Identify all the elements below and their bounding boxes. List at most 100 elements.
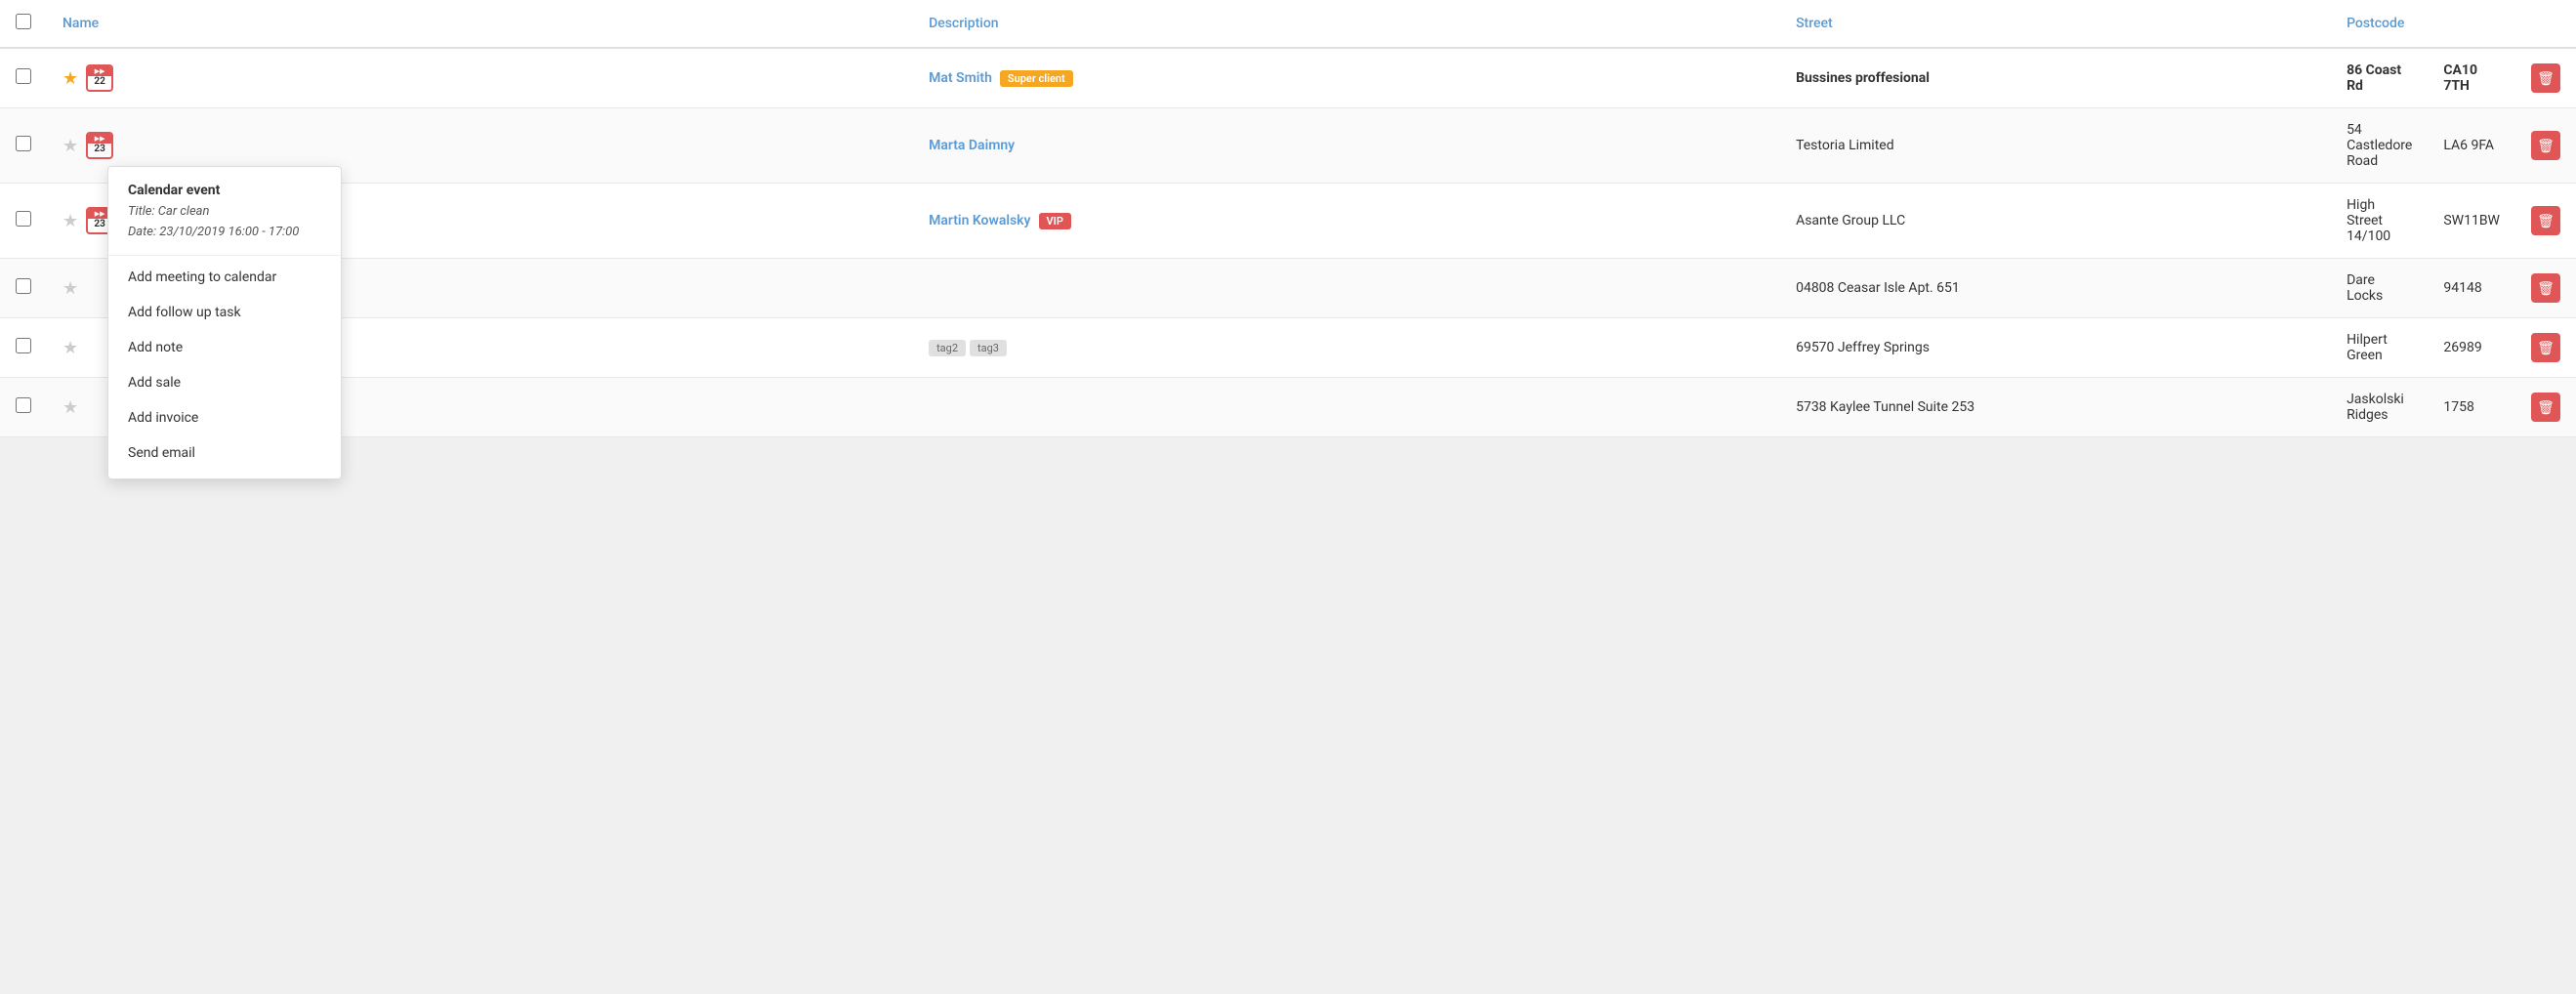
description-text: Bussines proffesional bbox=[1796, 70, 1930, 86]
postcode-text: 26989 bbox=[2443, 340, 2481, 355]
name-link[interactable]: Martin Kowalsky bbox=[929, 213, 1030, 228]
delete-button[interactable]: 🗑 bbox=[2531, 393, 2560, 422]
name-link[interactable]: Mat Smith bbox=[929, 70, 992, 86]
row-name-cell bbox=[913, 378, 1780, 437]
popup-title-detail: Title: Car clean bbox=[128, 202, 321, 223]
description-text: Testoria Limited bbox=[1796, 138, 1894, 153]
row-street-cell: Dare Locks bbox=[2331, 259, 2428, 318]
description-text: 5738 Kaylee Tunnel Suite 253 bbox=[1796, 399, 1974, 415]
row-checkbox-cell bbox=[0, 378, 47, 437]
row-checkbox-cell bbox=[0, 48, 47, 108]
name-badge: VIP bbox=[1039, 213, 1071, 229]
tag: tag3 bbox=[970, 340, 1007, 356]
row-checkbox[interactable] bbox=[16, 211, 31, 227]
row-name-cell: tag2tag3 bbox=[913, 318, 1780, 378]
popup-event-title: Calendar event bbox=[128, 183, 321, 198]
popup-menu-item-4[interactable]: Add invoice bbox=[108, 400, 341, 435]
star-icon[interactable]: ★ bbox=[62, 397, 78, 418]
col-header-description: Description bbox=[913, 0, 1780, 48]
row-checkbox-cell bbox=[0, 318, 47, 378]
popup-date-label: Date: bbox=[128, 225, 156, 239]
street-text: High Street 14/100 bbox=[2347, 197, 2390, 244]
star-icon[interactable]: ★ bbox=[62, 136, 78, 156]
row-postcode-cell: CA10 7TH bbox=[2428, 48, 2515, 108]
popup-menu-item-1[interactable]: Add follow up task bbox=[108, 295, 341, 330]
star-icon[interactable]: ★ bbox=[62, 68, 78, 89]
row-delete-cell: 🗑 bbox=[2515, 318, 2576, 378]
popup-menu: Add meeting to calendarAdd follow up tas… bbox=[108, 260, 341, 471]
postcode-text: SW11BW bbox=[2443, 213, 2500, 228]
row-delete-cell: 🗑 bbox=[2515, 184, 2576, 259]
popup-menu-item-2[interactable]: Add note bbox=[108, 330, 341, 365]
table-row: ★ tag2tag3 69570 Jeffrey Springs Hilpert Gr… bbox=[0, 318, 2576, 378]
row-name-cell: Marta Daimny bbox=[913, 108, 1780, 184]
calendar-icon[interactable]: ▶▶22 bbox=[86, 64, 113, 92]
table-row: ★ 04808 Ceasar Isle Apt. 651 Dare Locks 941… bbox=[0, 259, 2576, 318]
delete-button[interactable]: 🗑 bbox=[2531, 206, 2560, 235]
col-header-action bbox=[2428, 0, 2515, 48]
name-badge: Super client bbox=[1000, 70, 1073, 87]
row-checkbox[interactable] bbox=[16, 68, 31, 84]
popup-menu-item-5[interactable]: Send email bbox=[108, 435, 341, 471]
description-text: Asante Group LLC bbox=[1796, 213, 1905, 228]
row-checkbox[interactable] bbox=[16, 278, 31, 294]
row-description-cell: 04808 Ceasar Isle Apt. 651 bbox=[1780, 259, 2331, 318]
row-street-cell: High Street 14/100 bbox=[2331, 184, 2428, 259]
delete-button[interactable]: 🗑 bbox=[2531, 273, 2560, 303]
table-row: ★ ▶▶22 Mat Smith Super client Bussines proff… bbox=[0, 48, 2576, 108]
row-postcode-cell: SW11BW bbox=[2428, 184, 2515, 259]
table-row: ★ ▶▶23 Marta Daimny Testoria Limited 54 Cast… bbox=[0, 108, 2576, 184]
tag: tag2 bbox=[929, 340, 966, 356]
postcode-text: 1758 bbox=[2443, 399, 2473, 415]
star-icon[interactable]: ★ bbox=[62, 338, 78, 358]
row-checkbox[interactable] bbox=[16, 136, 31, 151]
row-postcode-cell: LA6 9FA bbox=[2428, 108, 2515, 184]
popup-date-detail: Date: 23/10/2019 16:00 - 17:00 bbox=[128, 223, 321, 243]
popup-event-info: Calendar event Title: Car clean Date: 23… bbox=[108, 179, 341, 256]
popup-title-value: Car clean bbox=[158, 204, 210, 219]
popup-date-value: 23/10/2019 16:00 - 17:00 bbox=[159, 225, 299, 239]
row-name-cell bbox=[913, 259, 1780, 318]
star-icon[interactable]: ★ bbox=[62, 278, 78, 299]
description-text: 69570 Jeffrey Springs bbox=[1796, 340, 1930, 355]
postcode-text: LA6 9FA bbox=[2443, 138, 2494, 153]
popup-menu-item-0[interactable]: Add meeting to calendar bbox=[108, 260, 341, 295]
row-delete-cell: 🗑 bbox=[2515, 378, 2576, 437]
calendar-icon[interactable]: ▶▶23 bbox=[86, 132, 113, 159]
row-delete-cell: 🗑 bbox=[2515, 108, 2576, 184]
row-checkbox-cell bbox=[0, 184, 47, 259]
row-checkbox-cell bbox=[0, 108, 47, 184]
row-description-cell: 69570 Jeffrey Springs bbox=[1780, 318, 2331, 378]
street-text: 54 Castledore Road bbox=[2347, 122, 2412, 169]
delete-button[interactable]: 🗑 bbox=[2531, 131, 2560, 160]
col-header-name: Name bbox=[47, 0, 913, 48]
description-text: 04808 Ceasar Isle Apt. 651 bbox=[1796, 280, 1960, 296]
row-street-cell: Jaskolski Ridges bbox=[2331, 378, 2428, 437]
delete-button[interactable]: 🗑 bbox=[2531, 333, 2560, 362]
row-icons-cell: ★ ▶▶22 bbox=[47, 48, 913, 108]
postcode-text: CA10 7TH bbox=[2443, 62, 2477, 94]
select-all-header[interactable] bbox=[0, 0, 47, 48]
table-row: ★ 5738 Kaylee Tunnel Suite 253 Jaskolski R… bbox=[0, 378, 2576, 437]
name-link[interactable]: Marta Daimny bbox=[929, 138, 1015, 153]
row-delete-cell: 🗑 bbox=[2515, 48, 2576, 108]
row-checkbox-cell bbox=[0, 259, 47, 318]
row-postcode-cell: 26989 bbox=[2428, 318, 2515, 378]
row-description-cell: Bussines proffesional bbox=[1780, 48, 2331, 108]
select-all-checkbox[interactable] bbox=[16, 14, 31, 29]
row-name-cell: Mat Smith Super client bbox=[913, 48, 1780, 108]
row-postcode-cell: 94148 bbox=[2428, 259, 2515, 318]
popup-menu-item-3[interactable]: Add sale bbox=[108, 365, 341, 400]
row-checkbox[interactable] bbox=[16, 397, 31, 413]
delete-button[interactable]: 🗑 bbox=[2531, 63, 2560, 93]
star-icon[interactable]: ★ bbox=[62, 211, 78, 231]
street-text: Hilpert Green bbox=[2347, 332, 2388, 363]
col-header-street: Street bbox=[1780, 0, 2331, 48]
row-checkbox[interactable] bbox=[16, 338, 31, 353]
row-description-cell: 5738 Kaylee Tunnel Suite 253 bbox=[1780, 378, 2331, 437]
postcode-text: 94148 bbox=[2443, 280, 2481, 296]
street-text: 86 Coast Rd bbox=[2347, 62, 2401, 94]
row-name-cell: Martin Kowalsky VIP bbox=[913, 184, 1780, 259]
street-text: Dare Locks bbox=[2347, 272, 2383, 304]
table-row: ★▶▶23Martin KowalskyVIPAsante Group LLCH… bbox=[0, 184, 2576, 259]
